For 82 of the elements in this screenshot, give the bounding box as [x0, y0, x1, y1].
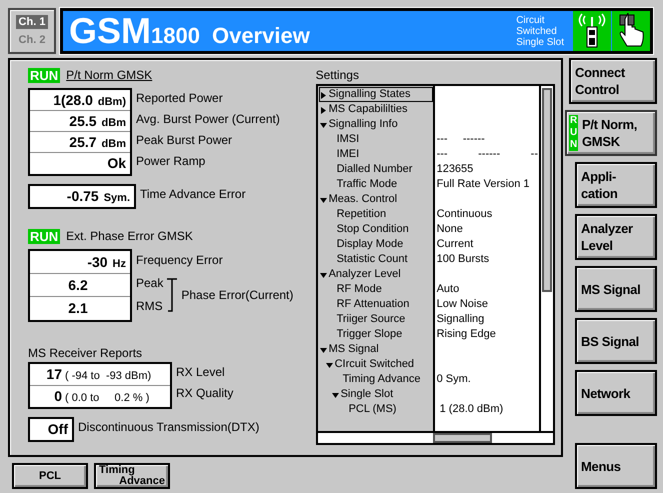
mode-label: Switched	[516, 26, 558, 36]
softkey-button[interactable]: MS Signal	[575, 266, 657, 312]
value-cell: 17 ( -94 to -93 dBm)	[30, 364, 170, 386]
setting-value: Low Noise	[436, 297, 489, 312]
tree-item[interactable]: Display Mode	[318, 237, 433, 252]
field-label: Power Ramp	[136, 153, 206, 170]
tree-item[interactable]: RF Mode	[318, 282, 433, 297]
field-label: Frequency Error	[136, 252, 224, 269]
run-status: RUN	[28, 228, 60, 244]
value-cell: 25.5 dBm	[30, 111, 130, 132]
softkey-button[interactable]: Appli- cation	[575, 162, 657, 208]
setting-value: 1 (28.0 dBm)	[438, 402, 504, 417]
setting-value: 100 Bursts	[436, 252, 490, 267]
run-status: RUN	[569, 115, 578, 151]
settings-title: Settings	[316, 68, 360, 82]
tree-item[interactable]: Traffic Mode	[318, 177, 433, 192]
tree-item[interactable]: Single Slot	[318, 387, 433, 402]
field-label: Avg. Burst Power (Current)	[136, 111, 280, 128]
setting-value: None	[436, 222, 464, 237]
section-heading: Ext. Phase Error GMSK	[66, 229, 193, 243]
connect-control-button[interactable]: Connect Control	[569, 58, 657, 104]
value-cell: 1(28.0 dBm)	[30, 90, 130, 111]
mode-label: Circuit	[516, 14, 546, 26]
field-label: Peak	[136, 275, 164, 292]
tree-item[interactable]: Dialled Number	[318, 162, 433, 177]
softkey-button[interactable]: BS Signal	[575, 318, 657, 364]
setting-value: Rising Edge	[436, 327, 497, 342]
title-text: Overview	[212, 23, 310, 49]
value-cell: -30 Hz	[30, 251, 130, 274]
setting-value: 123655	[436, 162, 474, 177]
hotkey-button[interactable]: PCL	[12, 463, 88, 489]
tree-item[interactable]: Stop Condition	[318, 222, 433, 237]
field-label: Phase Error(Current)	[181, 288, 294, 302]
tree-item[interactable]: Triiger Source	[318, 312, 433, 327]
setting-value: Continuous	[436, 207, 494, 222]
value-box: Off	[28, 417, 74, 442]
value-cell: 25.7 dBm	[30, 132, 130, 153]
setting-value: Full Rate Version 1	[436, 177, 531, 192]
field-label: RX Quality	[176, 385, 234, 402]
run-status: RUN	[28, 68, 60, 82]
section-heading: P/t Norm GMSK	[66, 68, 152, 82]
tree-item[interactable]: Repetition	[318, 207, 433, 222]
setting-value: --- ------ --	[436, 147, 538, 162]
tree-item[interactable]: Signalling States	[318, 87, 433, 102]
value-cell-text: 0 ( 0.0 to 0.2 % )	[53, 387, 150, 406]
setting-value: Auto	[436, 282, 460, 297]
tree-item[interactable]: Meas. Control	[318, 192, 433, 207]
value-cell-text: 2.1	[67, 299, 89, 318]
tree-item[interactable]: PCL (MS)	[318, 402, 433, 417]
field-label: RMS	[136, 298, 164, 315]
setting-value: --- ------	[436, 132, 486, 147]
title-text: GSM	[69, 13, 152, 49]
softkey-button[interactable]: Network	[575, 370, 657, 416]
tree-item[interactable]: MS Signal	[318, 342, 433, 357]
value-cell: 6.2	[30, 274, 130, 297]
hotkey-button[interactable]: Timing Advance	[94, 463, 170, 489]
setting-value: Current	[436, 237, 474, 252]
tree-item[interactable]: Analyzer Level	[318, 267, 433, 282]
section-heading: MS Receiver Reports	[28, 346, 142, 360]
channel-tab[interactable]: Ch. 1	[16, 15, 48, 29]
setting-value: Signalling	[436, 312, 486, 327]
softkey-button[interactable]: Analyzer Level	[575, 214, 657, 260]
tree-item[interactable]: Statistic Count	[318, 252, 433, 267]
field-label: Peak Burst Power	[136, 132, 234, 149]
field-label: RX Level	[176, 364, 226, 381]
menus-button[interactable]: Menus	[575, 443, 657, 489]
field-label: Reported Power	[136, 90, 224, 107]
field-label: Time Advance Error	[140, 186, 246, 203]
setting-value: 0 Sym.	[436, 372, 472, 387]
band-text: 1800	[151, 23, 200, 49]
tree-item[interactable]: IMSI	[318, 132, 433, 147]
tree-item[interactable]: Timing Advance	[318, 372, 433, 387]
tree-item[interactable]: Trigger Slope	[318, 327, 433, 342]
tree-item[interactable]: Signalling Info	[318, 117, 433, 132]
tree-item[interactable]: CIrcuit Switched	[318, 357, 433, 372]
field-label: Discontinuous Transmission(DTX)	[78, 419, 260, 436]
tree-item[interactable]: IMEI	[318, 147, 433, 162]
mode-label: Single Slot	[516, 36, 564, 48]
tree-item[interactable]: MS Capabililties	[318, 102, 433, 117]
value-box: -0.75 Sym.	[28, 184, 136, 209]
tree-item[interactable]: RF Attenuation	[318, 297, 433, 312]
value-cell-text: Ok	[106, 154, 127, 173]
